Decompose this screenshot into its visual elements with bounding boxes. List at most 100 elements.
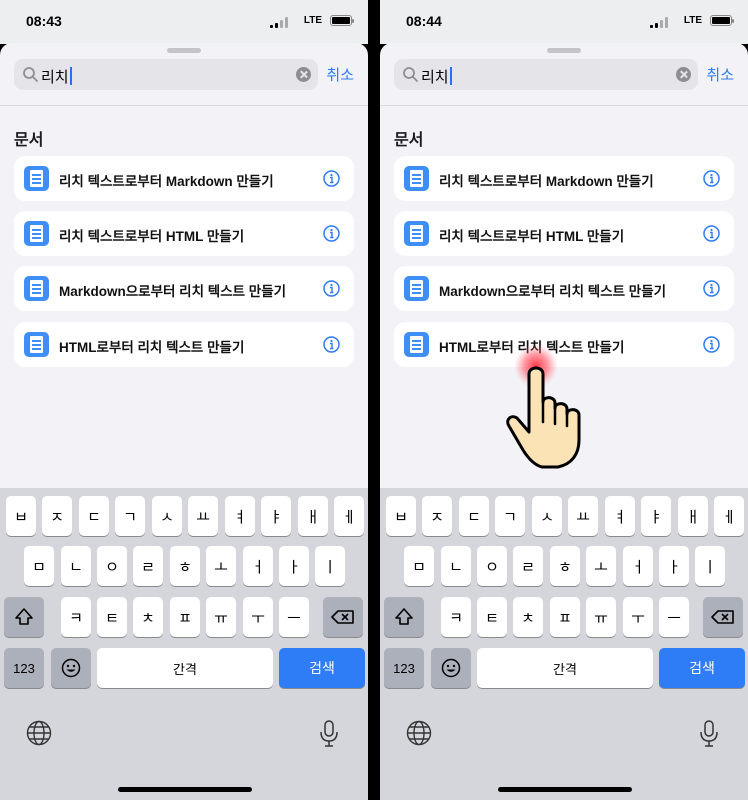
microphone-icon[interactable] xyxy=(318,720,340,748)
key-letter[interactable]: ㅂ xyxy=(6,496,36,536)
info-icon[interactable] xyxy=(323,225,340,242)
key-letter[interactable]: ㅕ xyxy=(225,496,255,536)
globe-icon[interactable] xyxy=(406,720,432,746)
key-letter[interactable]: ㅓ xyxy=(243,546,273,586)
key-letter[interactable]: ㅛ xyxy=(188,496,218,536)
key-letter[interactable]: ㄴ xyxy=(61,546,91,586)
document-icon xyxy=(404,166,429,191)
key-letter[interactable]: ㅡ xyxy=(279,597,309,637)
key-letter[interactable]: ㅑ xyxy=(641,496,671,536)
key-letter[interactable]: ㅏ xyxy=(279,546,309,586)
key-letter[interactable]: ㅂ xyxy=(386,496,416,536)
emoji-icon xyxy=(61,658,81,678)
shift-key[interactable] xyxy=(4,597,44,637)
numbers-key[interactable]: 123 xyxy=(4,648,44,688)
key-letter[interactable]: ㅅ xyxy=(532,496,562,536)
key-letter[interactable]: ㅓ xyxy=(623,546,653,586)
clear-icon[interactable] xyxy=(296,67,311,82)
key-letter[interactable]: ㅛ xyxy=(568,496,598,536)
key-letter[interactable]: ㅁ xyxy=(24,546,54,586)
key-letter[interactable]: ㅌ xyxy=(477,597,507,637)
document-icon xyxy=(24,332,49,357)
search-key[interactable]: 검색 xyxy=(659,648,745,688)
key-letter[interactable]: ㅏ xyxy=(659,546,689,586)
numbers-key[interactable]: 123 xyxy=(384,648,424,688)
search-input[interactable]: 리치 xyxy=(41,66,72,87)
key-letter[interactable]: ㅑ xyxy=(261,496,291,536)
shift-key[interactable] xyxy=(384,597,424,637)
search-input[interactable]: 리치 xyxy=(421,66,452,87)
info-icon[interactable] xyxy=(323,170,340,187)
result-row[interactable]: Markdown으로부터 리치 텍스트 만들기 xyxy=(14,266,354,311)
clear-icon[interactable] xyxy=(676,67,691,82)
space-key[interactable]: 간격 xyxy=(477,648,653,688)
search-key[interactable]: 검색 xyxy=(279,648,365,688)
text-caret xyxy=(449,67,452,85)
key-letter[interactable]: ㅍ xyxy=(550,597,580,637)
globe-icon[interactable] xyxy=(26,720,52,746)
key-letter[interactable]: ㄹ xyxy=(133,546,163,586)
key-letter[interactable]: ㅈ xyxy=(422,496,452,536)
info-icon[interactable] xyxy=(323,280,340,297)
microphone-icon[interactable] xyxy=(698,720,720,748)
key-letter[interactable]: ㅐ xyxy=(298,496,328,536)
emoji-key[interactable] xyxy=(51,648,91,688)
info-icon[interactable] xyxy=(323,336,340,353)
key-letter[interactable]: ㄷ xyxy=(459,496,489,536)
emoji-key[interactable] xyxy=(431,648,471,688)
key-letter[interactable]: ㅕ xyxy=(605,496,635,536)
key-letter[interactable]: ㅣ xyxy=(315,546,345,586)
key-letter[interactable]: ㄷ xyxy=(79,496,109,536)
result-row[interactable]: HTML로부터 리치 텍스트 만들기 xyxy=(14,322,354,367)
key-letter[interactable]: ㅐ xyxy=(678,496,708,536)
info-icon[interactable] xyxy=(703,225,720,242)
backspace-key[interactable] xyxy=(703,597,743,637)
key-letter[interactable]: ㅣ xyxy=(695,546,725,586)
result-row[interactable]: Markdown으로부터 리치 텍스트 만들기 xyxy=(394,266,734,311)
backspace-key[interactable] xyxy=(323,597,363,637)
key-letter[interactable]: ㅈ xyxy=(42,496,72,536)
search-bar[interactable]: 리치 xyxy=(394,59,698,90)
key-letter[interactable]: ㅁ xyxy=(404,546,434,586)
result-row[interactable]: 리치 텍스트로부터 HTML 만들기 xyxy=(14,211,354,256)
key-letter[interactable]: ㅜ xyxy=(623,597,653,637)
cancel-button[interactable]: 취소 xyxy=(326,64,354,85)
key-letter[interactable]: ㅎ xyxy=(170,546,200,586)
search-bar[interactable]: 리치 xyxy=(14,59,318,90)
result-row[interactable]: 리치 텍스트로부터 HTML 만들기 xyxy=(394,211,734,256)
info-icon[interactable] xyxy=(703,280,720,297)
key-letter[interactable]: ㅋ xyxy=(61,597,91,637)
key-letter[interactable]: ㄱ xyxy=(115,496,145,536)
key-letter[interactable]: ㅗ xyxy=(586,546,616,586)
key-letter[interactable]: ㅎ xyxy=(550,546,580,586)
key-letter[interactable]: ㅅ xyxy=(152,496,182,536)
result-row[interactable]: 리치 텍스트로부터 Markdown 만들기 xyxy=(14,156,354,201)
sheet-grabber[interactable] xyxy=(167,48,201,53)
key-letter[interactable]: ㅇ xyxy=(477,546,507,586)
key-letter[interactable]: ㄱ xyxy=(495,496,525,536)
key-letter[interactable]: ㅔ xyxy=(334,496,364,536)
key-letter[interactable]: ㅜ xyxy=(243,597,273,637)
info-icon[interactable] xyxy=(703,336,720,353)
search-icon xyxy=(23,67,38,82)
key-letter[interactable]: ㅠ xyxy=(206,597,236,637)
info-icon[interactable] xyxy=(703,170,720,187)
network-label: LTE xyxy=(303,15,322,26)
sheet-grabber[interactable] xyxy=(547,48,581,53)
key-letter[interactable]: ㅡ xyxy=(659,597,689,637)
key-letter[interactable]: ㅌ xyxy=(97,597,127,637)
key-letter[interactable]: ㅗ xyxy=(206,546,236,586)
result-row[interactable]: 리치 텍스트로부터 Markdown 만들기 xyxy=(394,156,734,201)
key-letter[interactable]: ㅇ xyxy=(97,546,127,586)
key-letter[interactable]: ㅊ xyxy=(513,597,543,637)
key-letter[interactable]: ㄹ xyxy=(513,546,543,586)
cancel-button[interactable]: 취소 xyxy=(706,64,734,85)
space-key[interactable]: 간격 xyxy=(97,648,273,688)
key-letter[interactable]: ㅋ xyxy=(441,597,471,637)
key-letter[interactable]: ㄴ xyxy=(441,546,471,586)
key-letter[interactable]: ㅠ xyxy=(586,597,616,637)
key-letter[interactable]: ㅍ xyxy=(170,597,200,637)
key-letter[interactable]: ㅊ xyxy=(133,597,163,637)
keyboard: ㅂㅈㄷㄱㅅㅛㅕㅑㅐㅔㅁㄴㅇㄹㅎㅗㅓㅏㅣㅋㅌㅊㅍㅠㅜㅡ 123 간격 검색 xyxy=(0,488,368,800)
key-letter[interactable]: ㅔ xyxy=(714,496,744,536)
